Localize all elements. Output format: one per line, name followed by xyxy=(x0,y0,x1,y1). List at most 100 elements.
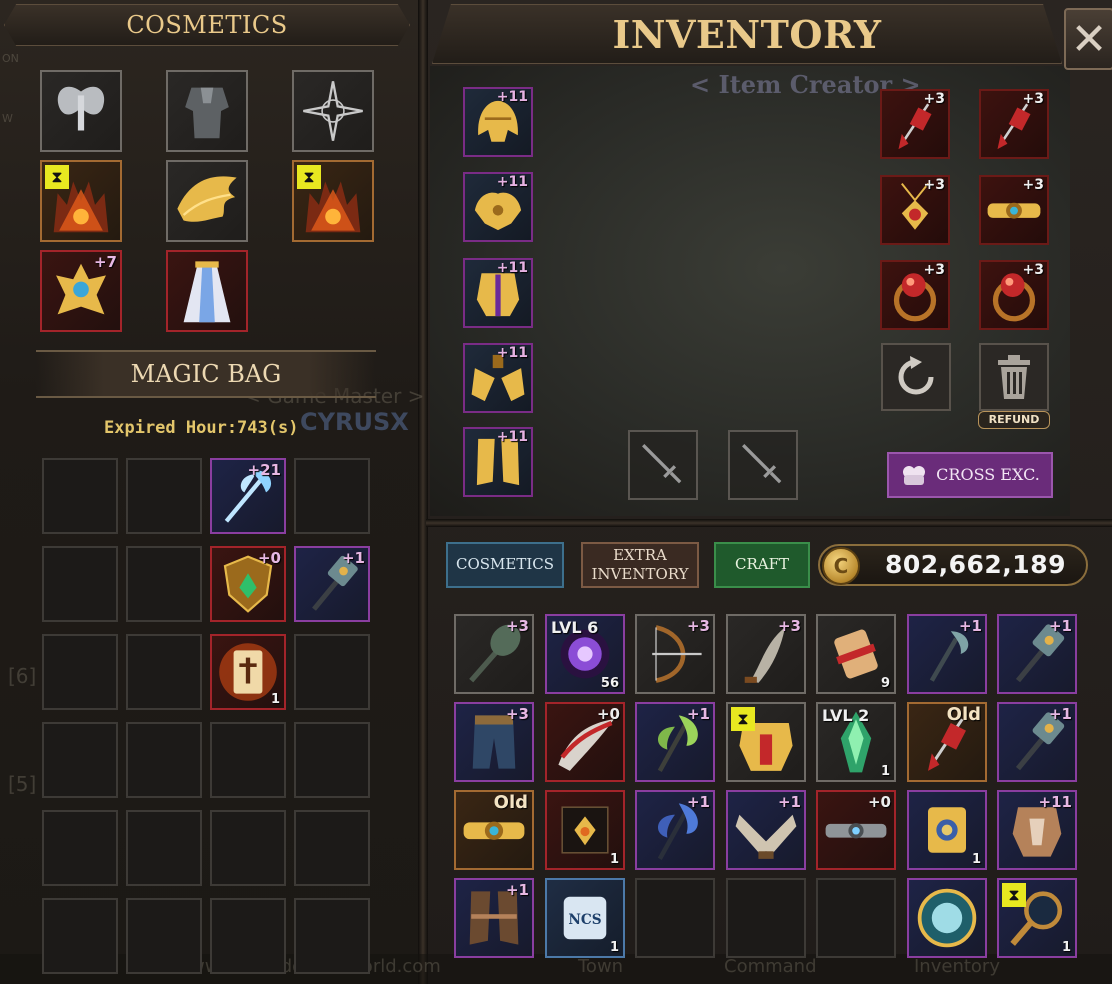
refresh-button[interactable] xyxy=(881,343,951,411)
menu-inventory-ghost: Inventory xyxy=(914,956,1000,977)
inventory-slot[interactable]: +3 xyxy=(454,702,534,782)
tab-extra-inventory[interactable]: EXTRA INVENTORY xyxy=(581,542,699,588)
armor-slot[interactable]: +11 xyxy=(463,87,533,157)
inventory-slot[interactable] xyxy=(907,878,987,958)
stack-count: 1 xyxy=(1061,940,1071,955)
trash-icon xyxy=(998,355,1030,399)
side-label-5: [5] xyxy=(8,772,37,796)
refund-trash-button[interactable] xyxy=(979,343,1049,411)
inventory-slot[interactable]: ⧗ xyxy=(726,702,806,782)
magic-bag-slot-empty[interactable] xyxy=(126,810,202,886)
magic-bag-slot-empty[interactable] xyxy=(42,898,118,974)
inventory-slot[interactable]: 1 xyxy=(545,790,625,870)
inventory-slot[interactable]: +3 xyxy=(454,614,534,694)
magic-bag-slot-empty[interactable] xyxy=(294,634,370,710)
magic-bag-slot-empty[interactable] xyxy=(294,458,370,534)
inventory-slot[interactable]: +1 xyxy=(907,614,987,694)
cosmetic-slot[interactable]: +7 xyxy=(40,250,122,332)
gold-amount: 802,662,189 xyxy=(884,550,1066,579)
inventory-slot[interactable]: 9 xyxy=(816,614,896,694)
inventory-slot[interactable]: +0 xyxy=(545,702,625,782)
gold-coin-icon: C xyxy=(822,547,860,585)
inventory-slot[interactable]: +3 xyxy=(635,614,715,694)
magic-bag-slot-empty[interactable] xyxy=(210,810,286,886)
magic-bag-slot-empty[interactable] xyxy=(294,810,370,886)
magic-bag-slot[interactable]: +1 xyxy=(294,546,370,622)
close-button[interactable]: ✕ xyxy=(1064,8,1112,70)
magic-bag-slot-empty[interactable] xyxy=(42,458,118,534)
inventory-slot[interactable]: LVL 2 1 xyxy=(816,702,896,782)
enhance-level: +1 xyxy=(777,793,801,811)
cosmetic-slot[interactable] xyxy=(166,250,248,332)
weapon-slot[interactable] xyxy=(628,430,698,500)
magic-bag-slot-empty[interactable] xyxy=(42,634,118,710)
magic-bag-slot-empty[interactable] xyxy=(210,898,286,974)
inventory-slot[interactable]: 1 xyxy=(907,790,987,870)
cosmetic-slot[interactable]: ⧗ xyxy=(292,160,374,242)
magic-bag-slot-empty[interactable] xyxy=(42,722,118,798)
enhance-level: +3 xyxy=(1022,91,1044,107)
cross-exchange-button[interactable]: CROSS EXC. xyxy=(887,452,1053,498)
accessory-slot[interactable]: +3 xyxy=(880,260,950,330)
accessory-slot[interactable]: +3 xyxy=(880,89,950,159)
magic-bag-slot-empty[interactable] xyxy=(126,634,202,710)
tab-craft[interactable]: CRAFT xyxy=(714,542,810,588)
enhance-level: +1 xyxy=(958,617,982,635)
inventory-slot[interactable]: +1 xyxy=(997,702,1077,782)
refund-label[interactable]: REFUND xyxy=(978,411,1050,429)
inventory-slot[interactable]: NCS 1 xyxy=(545,878,625,958)
armor-slot[interactable]: +11 xyxy=(463,427,533,497)
magic-bag-slot-empty[interactable] xyxy=(126,722,202,798)
inventory-slot[interactable]: +0 xyxy=(816,790,896,870)
inventory-slot[interactable]: +1 xyxy=(726,790,806,870)
stack-count: 1 xyxy=(609,852,619,867)
accessory-slot[interactable]: +3 xyxy=(880,175,950,245)
inventory-slot[interactable]: +1 xyxy=(997,614,1077,694)
inventory-slot[interactable]: +1 xyxy=(635,702,715,782)
magic-bag-slot-empty[interactable] xyxy=(42,810,118,886)
accessory-slot[interactable]: +3 xyxy=(979,89,1049,159)
cosmetic-slot[interactable] xyxy=(292,70,374,152)
magic-bag-slot-empty[interactable] xyxy=(126,458,202,534)
inventory-slot[interactable]: +1 xyxy=(635,790,715,870)
refresh-icon xyxy=(898,356,934,395)
weapon-slot[interactable] xyxy=(728,430,798,500)
inventory-slot[interactable]: Old xyxy=(907,702,987,782)
accessory-slot[interactable]: +3 xyxy=(979,260,1049,330)
enhance-level: +3 xyxy=(777,617,801,635)
inventory-slot[interactable]: +1 xyxy=(454,878,534,958)
inventory-slot-empty[interactable] xyxy=(635,878,715,958)
magic-bag-slot-empty[interactable] xyxy=(294,898,370,974)
inventory-slot-empty[interactable] xyxy=(726,878,806,958)
inventory-slot[interactable]: Old xyxy=(454,790,534,870)
handshake-icon xyxy=(903,466,926,485)
stack-count: 9 xyxy=(880,676,890,691)
armor-slot[interactable]: +11 xyxy=(463,258,533,328)
accessory-slot[interactable]: +3 xyxy=(979,175,1049,245)
magic-bag-slot-empty[interactable] xyxy=(210,722,286,798)
magic-bag-slot[interactable]: +0 xyxy=(210,546,286,622)
magic-bag-slot-empty[interactable] xyxy=(42,546,118,622)
inventory-slot-empty[interactable] xyxy=(816,878,896,958)
cosmetic-slot[interactable] xyxy=(40,70,122,152)
enhance-level: +1 xyxy=(1048,617,1072,635)
armor-slot[interactable]: +11 xyxy=(463,343,533,413)
inventory-slot[interactable]: LVL 6 56 xyxy=(545,614,625,694)
inventory-slot[interactable]: +3 xyxy=(726,614,806,694)
inventory-slot[interactable]: 1 ⧗ xyxy=(997,878,1077,958)
magic-bag-slot[interactable]: +21 xyxy=(210,458,286,534)
player-name-ghost-text: CYRUSX xyxy=(300,408,409,436)
hourglass-icon: ⧗ xyxy=(1002,883,1026,907)
armor-slot[interactable]: +11 xyxy=(463,172,533,242)
inventory-slot[interactable]: +11 xyxy=(997,790,1077,870)
item-level: LVL 2 xyxy=(822,706,870,725)
tab-cosmetics[interactable]: COSMETICS xyxy=(446,542,564,588)
magic-bag-slot-empty[interactable] xyxy=(294,722,370,798)
cosmetic-slot[interactable]: ⧗ xyxy=(40,160,122,242)
magic-bag-slot-empty[interactable] xyxy=(126,546,202,622)
enhance-level: +11 xyxy=(496,174,528,190)
cosmetic-slot[interactable] xyxy=(166,70,248,152)
magic-bag-slot[interactable]: 1 xyxy=(210,634,286,710)
magic-bag-slot-empty[interactable] xyxy=(126,898,202,974)
cosmetic-slot[interactable] xyxy=(166,160,248,242)
